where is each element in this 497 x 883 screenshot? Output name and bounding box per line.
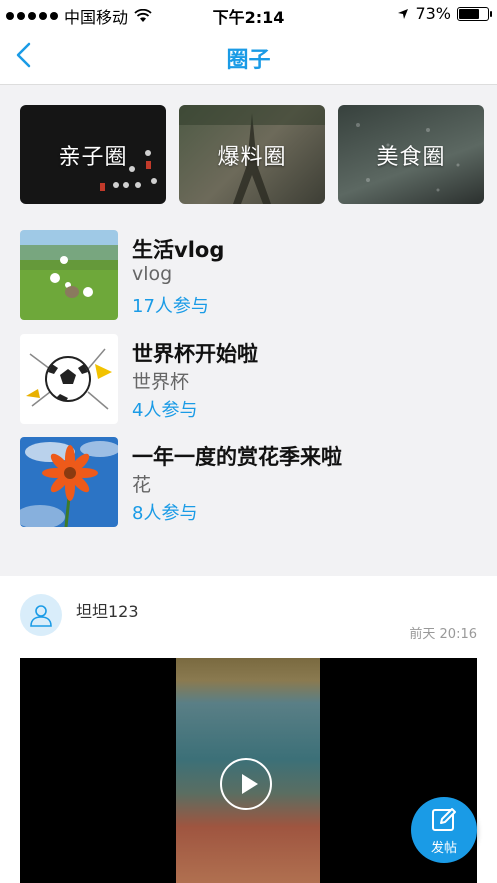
topic-subtitle: vlog — [132, 263, 173, 285]
status-bar: 中国移动 下午2:14 73% — [0, 0, 497, 28]
topic-participants: 4人参与 — [132, 400, 198, 421]
video-player[interactable] — [20, 658, 477, 883]
topic-title: 生活vlog — [132, 238, 225, 262]
location-arrow-icon — [398, 8, 409, 19]
topic-subtitle: 花 — [132, 474, 152, 496]
circle-label: 美食圈 — [376, 144, 446, 170]
topic-item[interactable]: 一年一度的赏花季来啦 花 8人参与 — [20, 437, 480, 527]
new-post-label: 发帖 — [430, 841, 457, 856]
topic-participants: 17人参与 — [132, 296, 209, 317]
circle-card-parenting[interactable]: 亲子圈 — [20, 105, 166, 204]
orange-flower-thumbnail — [20, 437, 118, 527]
user-icon — [30, 605, 52, 627]
circle-label: 爆料圈 — [217, 144, 287, 170]
circle-card-food[interactable]: 美食圈 — [338, 105, 484, 204]
play-icon[interactable] — [220, 758, 272, 810]
topic-subtitle: 世界杯 — [132, 371, 190, 393]
avatar[interactable] — [20, 594, 62, 636]
circle-categories: 亲子圈 爆料圈 美食圈 — [0, 85, 497, 210]
topic-item[interactable]: 生活vlog vlog 17人参与 — [20, 230, 480, 320]
topic-title: 世界杯开始啦 — [132, 342, 258, 366]
soccer-ball-thumbnail — [20, 334, 118, 424]
post-timestamp: 前天 20:16 — [409, 627, 477, 642]
page-title: 圈子 — [226, 48, 271, 73]
edit-icon — [432, 808, 456, 831]
battery-icon — [457, 6, 492, 21]
topic-title: 一年一度的赏花季来啦 — [132, 445, 342, 469]
new-post-button[interactable]: 发帖 — [411, 797, 477, 863]
post-username[interactable]: 坦坦123 — [76, 598, 139, 622]
battery-percent: 73% — [415, 4, 451, 23]
circle-card-news[interactable]: 爆料圈 — [179, 105, 325, 204]
topic-participants: 8人参与 — [132, 503, 198, 524]
nav-bar: 圈子 — [0, 28, 497, 85]
topic-item[interactable]: 世界杯开始啦 世界杯 4人参与 — [20, 334, 480, 424]
flowers-grass-thumbnail — [20, 230, 118, 320]
circle-label: 亲子圈 — [58, 144, 128, 170]
